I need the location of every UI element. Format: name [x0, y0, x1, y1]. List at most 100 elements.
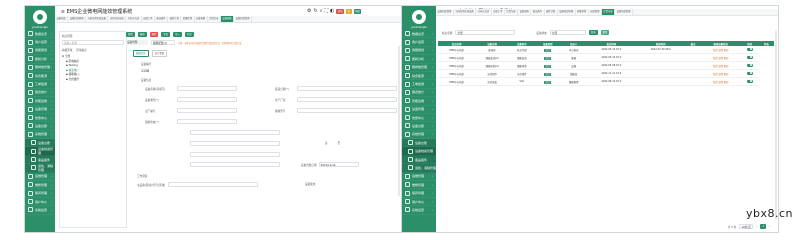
badge-help[interactable]: 帮助 [353, 8, 362, 14]
radio-no[interactable]: 否 [338, 141, 341, 145]
sidebar-item[interactable]: 设备档案管理 [402, 147, 436, 156]
sidebar-item[interactable]: 能耗分析 › [402, 55, 436, 64]
sidebar-item[interactable]: 告警中心 › [402, 114, 436, 123]
sidebar-item[interactable]: 碳排放管理 › [402, 64, 436, 72]
sidebar-item[interactable]: 智能运维 › [402, 97, 436, 106]
toolbar-button[interactable]: 打印 [184, 32, 194, 37]
enable-toggle[interactable] [746, 79, 753, 83]
sidebar-item[interactable]: 数据总览 › [25, 30, 55, 39]
sidebar-item[interactable]: 设备台账 › [402, 122, 436, 131]
sidebar-item[interactable]: 保养管理 › [402, 189, 436, 198]
row-actions[interactable]: 查看 编辑 删除 [713, 81, 729, 84]
badge-messages[interactable]: 消息 [336, 8, 345, 14]
sidebar-item[interactable]: 巡检、消缺管理 [25, 164, 55, 173]
tab-company[interactable]: 两级区域 [62, 48, 72, 52]
sidebar-item[interactable]: 用户中心 › [25, 198, 55, 207]
sidebar-item[interactable]: 备品备件 [402, 155, 436, 165]
tree-search-input[interactable]: 请输入名称 [62, 40, 124, 45]
tree-node[interactable]: ▪ 光伏组件 [62, 78, 124, 83]
sidebar-item[interactable]: 系统设置 › [402, 206, 436, 215]
footer-field-1[interactable] [168, 182, 259, 187]
toolbar-button[interactable]: 删除 [149, 32, 159, 37]
filter-status-select[interactable]: 全部 [549, 30, 586, 35]
device-type-field[interactable] [177, 97, 237, 102]
field-blank-1[interactable] [190, 130, 280, 135]
settings-icon[interactable]: ⚙ [307, 8, 311, 14]
sidebar-item[interactable]: 设备管理 › [25, 106, 55, 114]
sidebar-item[interactable]: 维修管理 › [25, 181, 55, 190]
tab-item[interactable]: 质量检测 [181, 16, 195, 22]
sidebar-item[interactable]: 报表统计 › [402, 89, 436, 98]
tab-item[interactable]: 告警记录 [601, 9, 616, 15]
badge-new[interactable]: 新 [346, 8, 352, 14]
sidebar-item[interactable]: 工单监测 › [402, 80, 436, 89]
device-name-field[interactable] [177, 86, 237, 91]
tab-item[interactable]: 设备档案管理 [436, 9, 454, 15]
tab-item[interactable]: 设备档案管理 [615, 9, 633, 15]
search-icon[interactable]: ⌕ [320, 8, 323, 14]
tab-item[interactable]: 当前位置区域设备 [454, 9, 477, 15]
tab-item[interactable]: 设备档案管理 [558, 9, 576, 15]
sidebar-item[interactable]: 综合能源 › [25, 72, 55, 81]
refresh-icon[interactable]: ↻ [313, 8, 317, 14]
sidebar-item[interactable]: 系统管理 › [25, 131, 55, 140]
enable-toggle[interactable] [746, 47, 753, 51]
prev-page[interactable]: ‹ [756, 225, 757, 228]
sidebar-item[interactable]: 保养管理 › [25, 189, 55, 198]
date-field[interactable]: 2021/11/14 [318, 162, 359, 167]
table-row[interactable]: EMS中心机房 光伏逆变 VAV 运行 储能配置 2022-09-10 15:2 查看 编辑… [438, 77, 774, 86]
toolbar-button[interactable]: 编辑 [137, 32, 147, 37]
enable-toggle[interactable] [746, 63, 753, 67]
row-actions[interactable]: 查看 编辑 删除 [713, 57, 729, 60]
table-row[interactable]: EMS中心机房 储能变流(2) 储能变流 运行 储能 2022-05-14 15:2 查看 … [438, 53, 774, 62]
sidebar-item[interactable]: 用户运营 › [25, 38, 55, 47]
row-actions[interactable]: 查看 编辑 删除 [713, 49, 729, 52]
table-row[interactable]: EMS中心机房 配电柜 柜式空调 运行 中心机房 2022-05-14 15:2 2022-… [438, 46, 774, 54]
tab-item[interactable]: 运维管理 [589, 9, 602, 15]
tab-item[interactable]: 运维管理 [195, 16, 208, 22]
tab-item[interactable]: 运维工单 [492, 9, 505, 15]
tab-item[interactable]: 质量检测 [576, 9, 589, 15]
search-button[interactable]: 查询 [588, 30, 598, 35]
field-blank-2[interactable] [190, 141, 280, 146]
radio-yes[interactable]: 是 [325, 141, 328, 145]
toolbar-button[interactable]: 新增 [126, 32, 135, 37]
table-row[interactable]: EMS中心机房 光伏组件 光伏组件 运行 储能变 2022-11-11 15:4 查看 编辑… [438, 69, 774, 78]
filter-site-select[interactable]: 全部 [455, 30, 516, 35]
reset-button[interactable]: 重置 [600, 30, 610, 35]
sidebar-item[interactable]: 告警中心 › [25, 114, 55, 123]
sidebar-item[interactable]: 运维管理 › [402, 173, 436, 182]
tab-item[interactable]: 设备档案管理 [68, 16, 86, 22]
sidebar-item[interactable]: 系统管理 › [402, 131, 436, 140]
sidebar-item[interactable]: 综合能源 › [402, 72, 436, 81]
manufacturer-field[interactable] [297, 97, 397, 102]
sidebar-item[interactable]: 报表统计 › [25, 89, 55, 98]
field-blank-4[interactable] [190, 162, 280, 167]
form-search-input[interactable]: 储能配置(1) [151, 40, 175, 45]
current-page[interactable]: 1 [760, 224, 766, 229]
scrollbar[interactable] [775, 30, 777, 220]
sidebar-item[interactable]: 工单监测 › [25, 80, 55, 89]
tab-item[interactable]: 巡检计划 [168, 16, 182, 22]
tab-item[interactable]: 设备档案 [55, 16, 69, 22]
row-actions[interactable]: 查看 编辑 删除 [713, 73, 729, 76]
tab-item[interactable]: 设备故障 [220, 16, 235, 22]
page-size-select[interactable]: 10条/页 [739, 224, 754, 229]
sidebar-item[interactable]: 设备档案管理 [25, 147, 55, 156]
toolbar-button[interactable]: 导出 [161, 32, 171, 37]
sidebar-item[interactable]: 用能规划 › [25, 47, 55, 56]
next-page[interactable]: › [769, 225, 770, 228]
table-row[interactable]: EMS中心机房 储能电池(4) 储能电池 运行 设备 2022-05-08 15:2 查看 … [438, 61, 774, 70]
sidebar-item[interactable]: 巡检、消缺管理 [402, 164, 436, 173]
home-icon[interactable]: ☰ [61, 9, 65, 14]
commission-date-field[interactable] [297, 86, 397, 91]
sidebar-item[interactable]: 运维管理 › [25, 173, 55, 182]
field-blank-3[interactable] [190, 152, 280, 157]
subtab-params[interactable]: 运行参数 [151, 50, 168, 57]
scrollbar[interactable] [398, 46, 400, 196]
sidebar-item[interactable]: 数据总览 › [402, 30, 436, 39]
tab-item[interactable]: 巡检计划 [545, 9, 558, 15]
sidebar-item[interactable]: 系统设置 › [25, 206, 55, 215]
enable-toggle[interactable] [746, 71, 753, 75]
row-actions[interactable]: 查看 编辑 删除 [713, 65, 729, 68]
